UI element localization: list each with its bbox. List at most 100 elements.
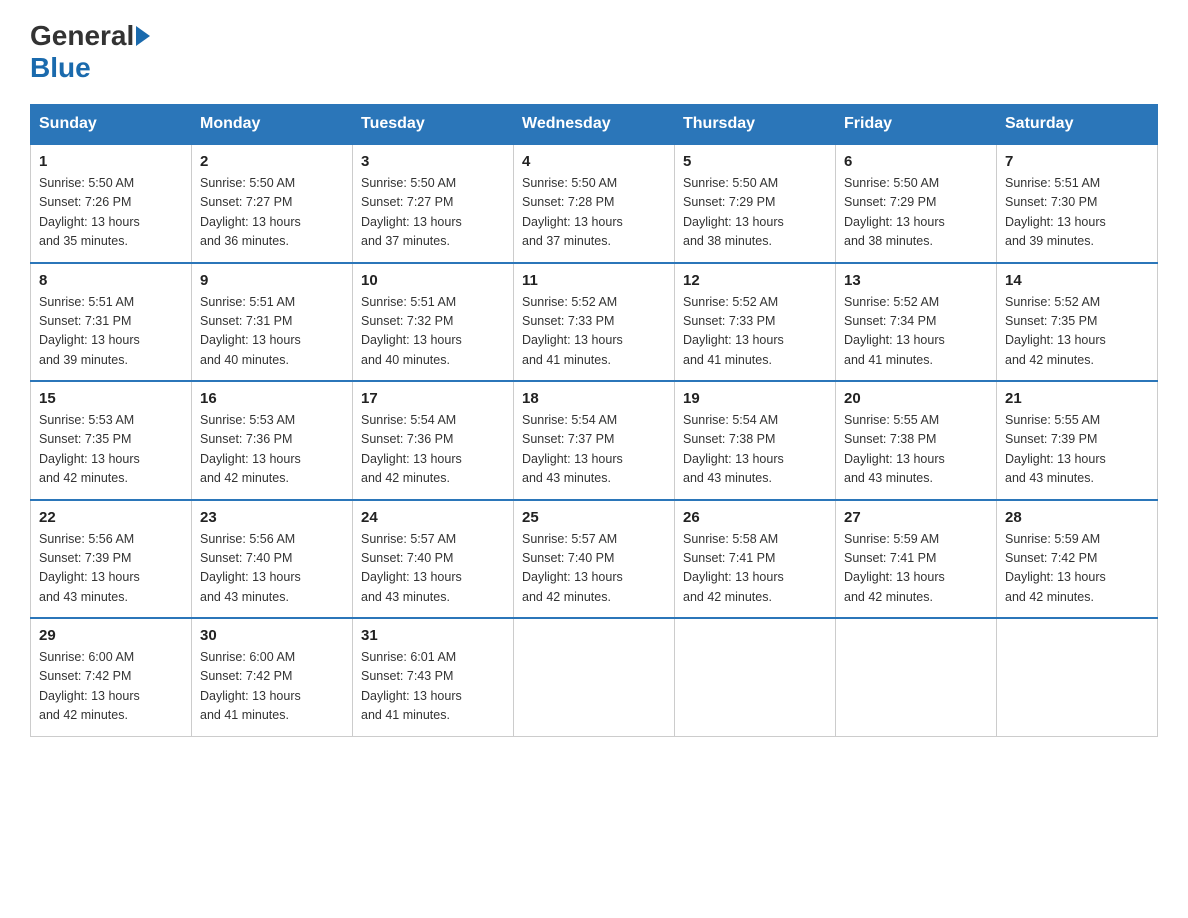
day-number: 28 [1005,509,1149,526]
day-number: 27 [844,509,988,526]
day-info: Sunrise: 5:54 AMSunset: 7:38 PMDaylight:… [683,411,827,489]
day-number: 6 [844,153,988,170]
header-row: SundayMondayTuesdayWednesdayThursdayFrid… [31,105,1158,145]
calendar-cell [997,618,1158,736]
calendar-cell: 15Sunrise: 5:53 AMSunset: 7:35 PMDayligh… [31,381,192,500]
calendar-cell: 19 Sunrise: 5:54 AMSunset: 7:38 PMDayligh… [675,381,836,500]
day-number: 18 [522,390,666,407]
calendar-cell: 10 Sunrise: 5:51 AMSunset: 7:32 PMDayligh… [353,263,514,382]
day-number: 3 [361,153,505,170]
day-info: Sunrise: 6:00 AMSunset: 7:42 PMDaylight:… [200,648,344,726]
day-number: 14 [1005,272,1149,289]
calendar-cell: 5Sunrise: 5:50 AMSunset: 7:29 PMDaylight… [675,144,836,263]
header-monday: Monday [192,105,353,145]
logo-arrow-icon [136,26,150,46]
calendar-cell: 14Sunrise: 5:52 AMSunset: 7:35 PMDayligh… [997,263,1158,382]
header-thursday: Thursday [675,105,836,145]
day-number: 24 [361,509,505,526]
day-number: 2 [200,153,344,170]
calendar-cell: 26Sunrise: 5:58 AMSunset: 7:41 PMDayligh… [675,500,836,619]
page-header: General Blue [30,20,1158,84]
day-info: Sunrise: 6:01 AMSunset: 7:43 PMDaylight:… [361,648,505,726]
day-info: Sunrise: 5:59 AMSunset: 7:42 PMDaylight:… [1005,530,1149,608]
day-info: Sunrise: 5:50 AMSunset: 7:29 PMDaylight:… [844,174,988,252]
calendar-cell: 27 Sunrise: 5:59 AMSunset: 7:41 PMDayligh… [836,500,997,619]
calendar-cell: 8 Sunrise: 5:51 AMSunset: 7:31 PMDaylight… [31,263,192,382]
day-info: Sunrise: 5:59 AMSunset: 7:41 PMDaylight:… [844,530,988,608]
day-number: 5 [683,153,827,170]
day-number: 31 [361,627,505,644]
day-info: Sunrise: 5:55 AMSunset: 7:39 PMDaylight:… [1005,411,1149,489]
calendar-cell: 31 Sunrise: 6:01 AMSunset: 7:43 PMDayligh… [353,618,514,736]
day-info: Sunrise: 5:56 AMSunset: 7:40 PMDaylight:… [200,530,344,608]
day-info: Sunrise: 6:00 AMSunset: 7:42 PMDaylight:… [39,648,183,726]
day-number: 10 [361,272,505,289]
header-friday: Friday [836,105,997,145]
day-info: Sunrise: 5:54 AMSunset: 7:37 PMDaylight:… [522,411,666,489]
calendar-cell: 29Sunrise: 6:00 AMSunset: 7:42 PMDayligh… [31,618,192,736]
calendar-cell: 21Sunrise: 5:55 AMSunset: 7:39 PMDayligh… [997,381,1158,500]
logo-text: General [30,20,150,52]
day-number: 30 [200,627,344,644]
calendar-cell: 1 Sunrise: 5:50 AMSunset: 7:26 PMDaylight… [31,144,192,263]
calendar-cell [836,618,997,736]
calendar-cell: 12Sunrise: 5:52 AMSunset: 7:33 PMDayligh… [675,263,836,382]
day-number: 1 [39,153,183,170]
calendar-cell: 9 Sunrise: 5:51 AMSunset: 7:31 PMDaylight… [192,263,353,382]
calendar-cell: 7 Sunrise: 5:51 AMSunset: 7:30 PMDaylight… [997,144,1158,263]
header-tuesday: Tuesday [353,105,514,145]
calendar-header: SundayMondayTuesdayWednesdayThursdayFrid… [31,105,1158,145]
logo: General Blue [30,20,150,84]
day-number: 4 [522,153,666,170]
day-number: 17 [361,390,505,407]
day-info: Sunrise: 5:50 AMSunset: 7:27 PMDaylight:… [361,174,505,252]
day-info: Sunrise: 5:53 AMSunset: 7:35 PMDaylight:… [39,411,183,489]
day-number: 9 [200,272,344,289]
day-number: 7 [1005,153,1149,170]
calendar-week-2: 8 Sunrise: 5:51 AMSunset: 7:31 PMDaylight… [31,263,1158,382]
day-number: 19 [683,390,827,407]
calendar-week-3: 15Sunrise: 5:53 AMSunset: 7:35 PMDayligh… [31,381,1158,500]
calendar-week-5: 29Sunrise: 6:00 AMSunset: 7:42 PMDayligh… [31,618,1158,736]
day-info: Sunrise: 5:51 AMSunset: 7:31 PMDaylight:… [39,293,183,371]
day-number: 22 [39,509,183,526]
calendar-table: SundayMondayTuesdayWednesdayThursdayFrid… [30,104,1158,737]
day-info: Sunrise: 5:55 AMSunset: 7:38 PMDaylight:… [844,411,988,489]
header-wednesday: Wednesday [514,105,675,145]
day-info: Sunrise: 5:51 AMSunset: 7:30 PMDaylight:… [1005,174,1149,252]
day-number: 25 [522,509,666,526]
day-number: 11 [522,272,666,289]
calendar-cell: 20 Sunrise: 5:55 AMSunset: 7:38 PMDayligh… [836,381,997,500]
logo-blue: Blue [30,52,91,84]
calendar-cell: 16Sunrise: 5:53 AMSunset: 7:36 PMDayligh… [192,381,353,500]
calendar-cell: 24 Sunrise: 5:57 AMSunset: 7:40 PMDayligh… [353,500,514,619]
day-number: 16 [200,390,344,407]
day-info: Sunrise: 5:57 AMSunset: 7:40 PMDaylight:… [361,530,505,608]
header-saturday: Saturday [997,105,1158,145]
calendar-cell [514,618,675,736]
day-info: Sunrise: 5:56 AMSunset: 7:39 PMDaylight:… [39,530,183,608]
day-info: Sunrise: 5:58 AMSunset: 7:41 PMDaylight:… [683,530,827,608]
calendar-cell: 30 Sunrise: 6:00 AMSunset: 7:42 PMDayligh… [192,618,353,736]
calendar-cell: 2Sunrise: 5:50 AMSunset: 7:27 PMDaylight… [192,144,353,263]
day-number: 20 [844,390,988,407]
day-info: Sunrise: 5:51 AMSunset: 7:32 PMDaylight:… [361,293,505,371]
day-info: Sunrise: 5:52 AMSunset: 7:34 PMDaylight:… [844,293,988,371]
calendar-cell: 3 Sunrise: 5:50 AMSunset: 7:27 PMDaylight… [353,144,514,263]
calendar-cell: 18 Sunrise: 5:54 AMSunset: 7:37 PMDayligh… [514,381,675,500]
calendar-cell: 6 Sunrise: 5:50 AMSunset: 7:29 PMDaylight… [836,144,997,263]
calendar-cell: 22 Sunrise: 5:56 AMSunset: 7:39 PMDayligh… [31,500,192,619]
logo-general: General [30,20,134,52]
day-number: 13 [844,272,988,289]
day-number: 23 [200,509,344,526]
day-number: 12 [683,272,827,289]
calendar-cell: 28 Sunrise: 5:59 AMSunset: 7:42 PMDayligh… [997,500,1158,619]
calendar-cell: 13 Sunrise: 5:52 AMSunset: 7:34 PMDayligh… [836,263,997,382]
calendar-body: 1 Sunrise: 5:50 AMSunset: 7:26 PMDaylight… [31,144,1158,736]
day-info: Sunrise: 5:54 AMSunset: 7:36 PMDaylight:… [361,411,505,489]
calendar-week-1: 1 Sunrise: 5:50 AMSunset: 7:26 PMDaylight… [31,144,1158,263]
day-info: Sunrise: 5:50 AMSunset: 7:26 PMDaylight:… [39,174,183,252]
day-info: Sunrise: 5:52 AMSunset: 7:33 PMDaylight:… [522,293,666,371]
day-info: Sunrise: 5:51 AMSunset: 7:31 PMDaylight:… [200,293,344,371]
day-number: 8 [39,272,183,289]
